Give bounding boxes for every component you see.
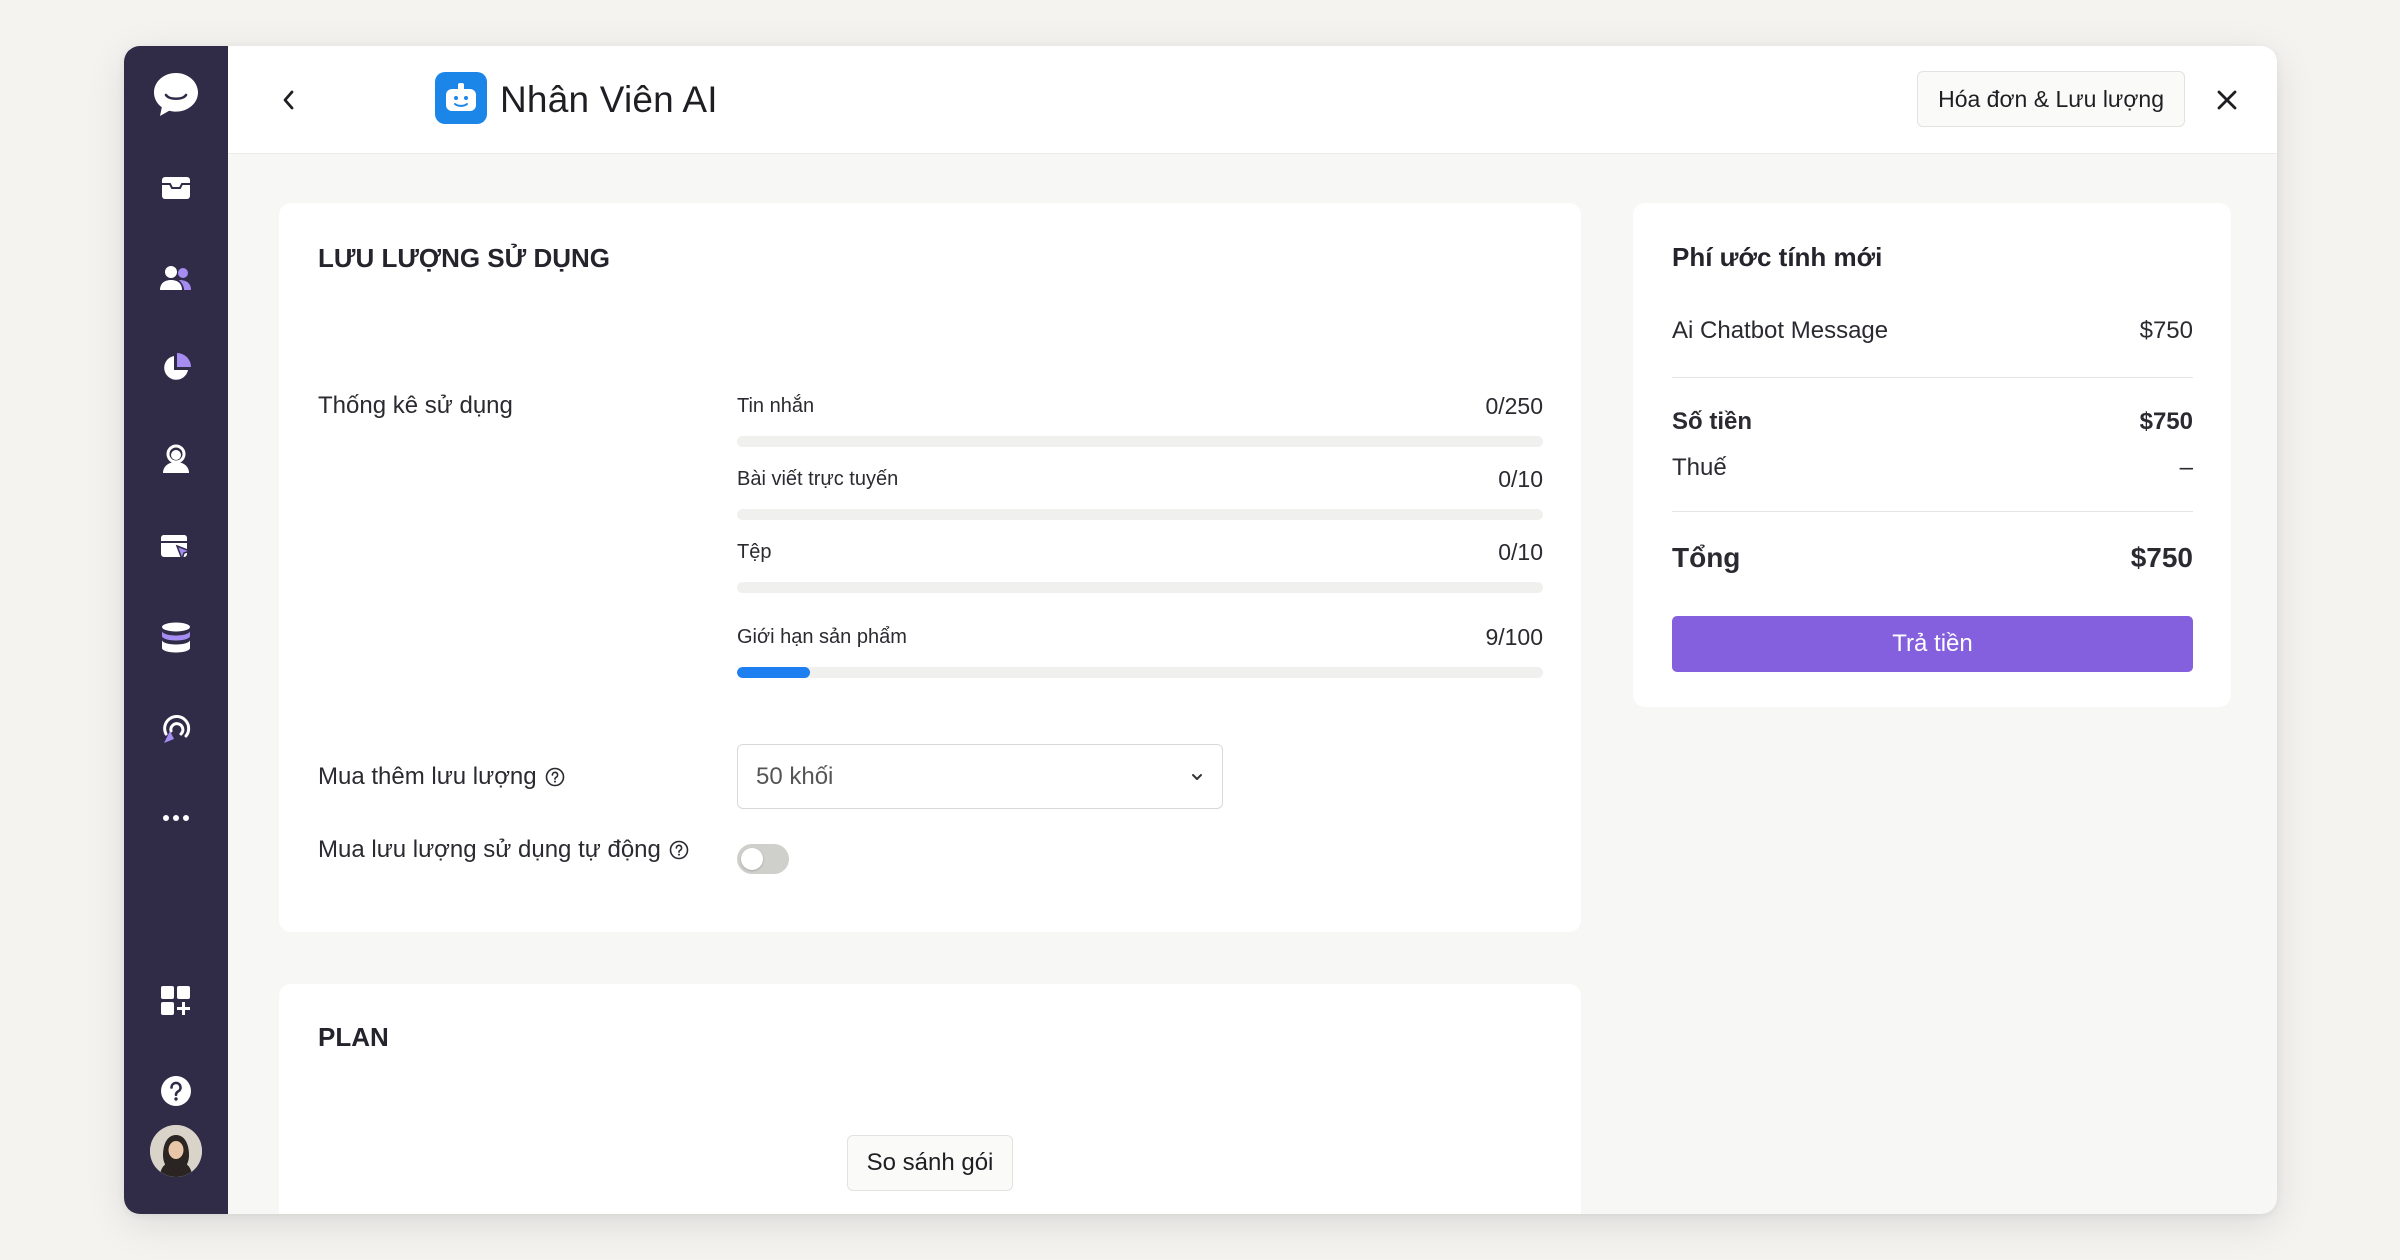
buy-more-select[interactable]: 50 khối: [737, 744, 1223, 809]
chevron-down-icon: [1192, 773, 1202, 780]
sidebar: [124, 46, 228, 1214]
avatar[interactable]: [150, 1125, 202, 1177]
stat-value: 0/10: [1498, 466, 1543, 492]
progress-bar: [737, 582, 1543, 593]
fee-amount-label: Số tiền: [1672, 408, 1753, 435]
progress-bar: [737, 509, 1543, 520]
more-icon[interactable]: [124, 786, 228, 850]
back-button[interactable]: [264, 76, 312, 124]
toggle-knob: [741, 848, 763, 870]
stat-name: Giới hạn sản phẩm: [737, 626, 907, 648]
plan-card: PLAN So sánh gói: [279, 984, 1581, 1214]
billing-usage-button[interactable]: Hóa đơn & Lưu lượng: [1917, 71, 2185, 127]
fee-tax-value: –: [2179, 454, 2193, 481]
plan-title: PLAN: [318, 1022, 389, 1052]
contacts-icon[interactable]: [124, 246, 228, 310]
pay-button[interactable]: Trả tiền: [1672, 616, 2193, 672]
fee-amount-row: Số tiền $750: [1672, 408, 2193, 436]
progress-fill: [737, 667, 810, 678]
app-window: Nhân Viên AI Hóa đơn & Lưu lượng LƯU LƯỢ…: [124, 46, 2277, 1214]
fee-item-price: $750: [2139, 317, 2193, 344]
fee-tax-row: Thuế –: [1672, 454, 2193, 482]
auto-buy-toggle[interactable]: [737, 844, 789, 874]
page-title: Nhân Viên AI: [500, 79, 718, 120]
compare-plans-button[interactable]: So sánh gói: [847, 1135, 1013, 1191]
progress-bar: [737, 667, 1543, 678]
usage-stats-label: Thống kê sử dụng: [318, 392, 513, 419]
stat-name: Tệp: [737, 541, 772, 563]
agent-icon[interactable]: [124, 426, 228, 490]
pie-chart-icon[interactable]: [124, 336, 228, 400]
fee-total-value: $750: [2130, 542, 2193, 573]
close-button[interactable]: [2203, 76, 2251, 124]
progress-bar: [737, 436, 1543, 447]
web-click-icon[interactable]: [124, 516, 228, 580]
fee-tax-label: Thuế: [1672, 454, 1727, 481]
apps-add-icon[interactable]: [124, 969, 228, 1033]
robot-icon: [435, 72, 487, 124]
fee-item-row: Ai Chatbot Message $750: [1672, 317, 2193, 345]
broadcast-icon[interactable]: [124, 696, 228, 760]
page-header: Nhân Viên AI Hóa đơn & Lưu lượng: [228, 46, 2277, 154]
fee-title: Phí ước tính mới: [1672, 242, 1883, 272]
stat-value: 0/10: [1498, 539, 1543, 565]
question-circle-icon[interactable]: [545, 767, 565, 787]
usage-title: LƯU LƯỢNG SỬ DỤNG: [318, 243, 610, 273]
buy-more-label: Mua thêm lưu lượng: [318, 763, 565, 791]
chevron-left-icon: [283, 90, 294, 110]
buy-more-value: 50 khối: [756, 762, 834, 790]
fee-total-row: Tổng $750: [1672, 542, 2193, 574]
stat-name: Bài viết trực tuyến: [737, 468, 899, 490]
stat-value: 0/250: [1485, 393, 1543, 419]
auto-buy-label: Mua lưu lượng sử dụng tự động: [318, 836, 689, 864]
divider: [1672, 511, 2193, 512]
stat-value: 9/100: [1485, 624, 1543, 650]
fee-amount-value: $750: [2139, 408, 2193, 435]
fee-total-label: Tổng: [1672, 542, 1741, 573]
database-icon[interactable]: [124, 606, 228, 670]
help-icon[interactable]: [124, 1059, 228, 1123]
estimated-fee-card: Phí ước tính mới Ai Chatbot Message $750…: [1633, 203, 2231, 707]
divider: [1672, 377, 2193, 378]
fee-item-name: Ai Chatbot Message: [1672, 317, 1889, 344]
inbox-icon[interactable]: [124, 156, 228, 220]
stat-name: Tin nhắn: [737, 395, 815, 417]
chat-bubble-logo-icon[interactable]: [124, 66, 228, 124]
usage-card: LƯU LƯỢNG SỬ DỤNG Thống kê sử dụng Tin n…: [279, 203, 1581, 932]
close-icon: [2217, 90, 2237, 110]
question-circle-icon[interactable]: [669, 840, 689, 860]
